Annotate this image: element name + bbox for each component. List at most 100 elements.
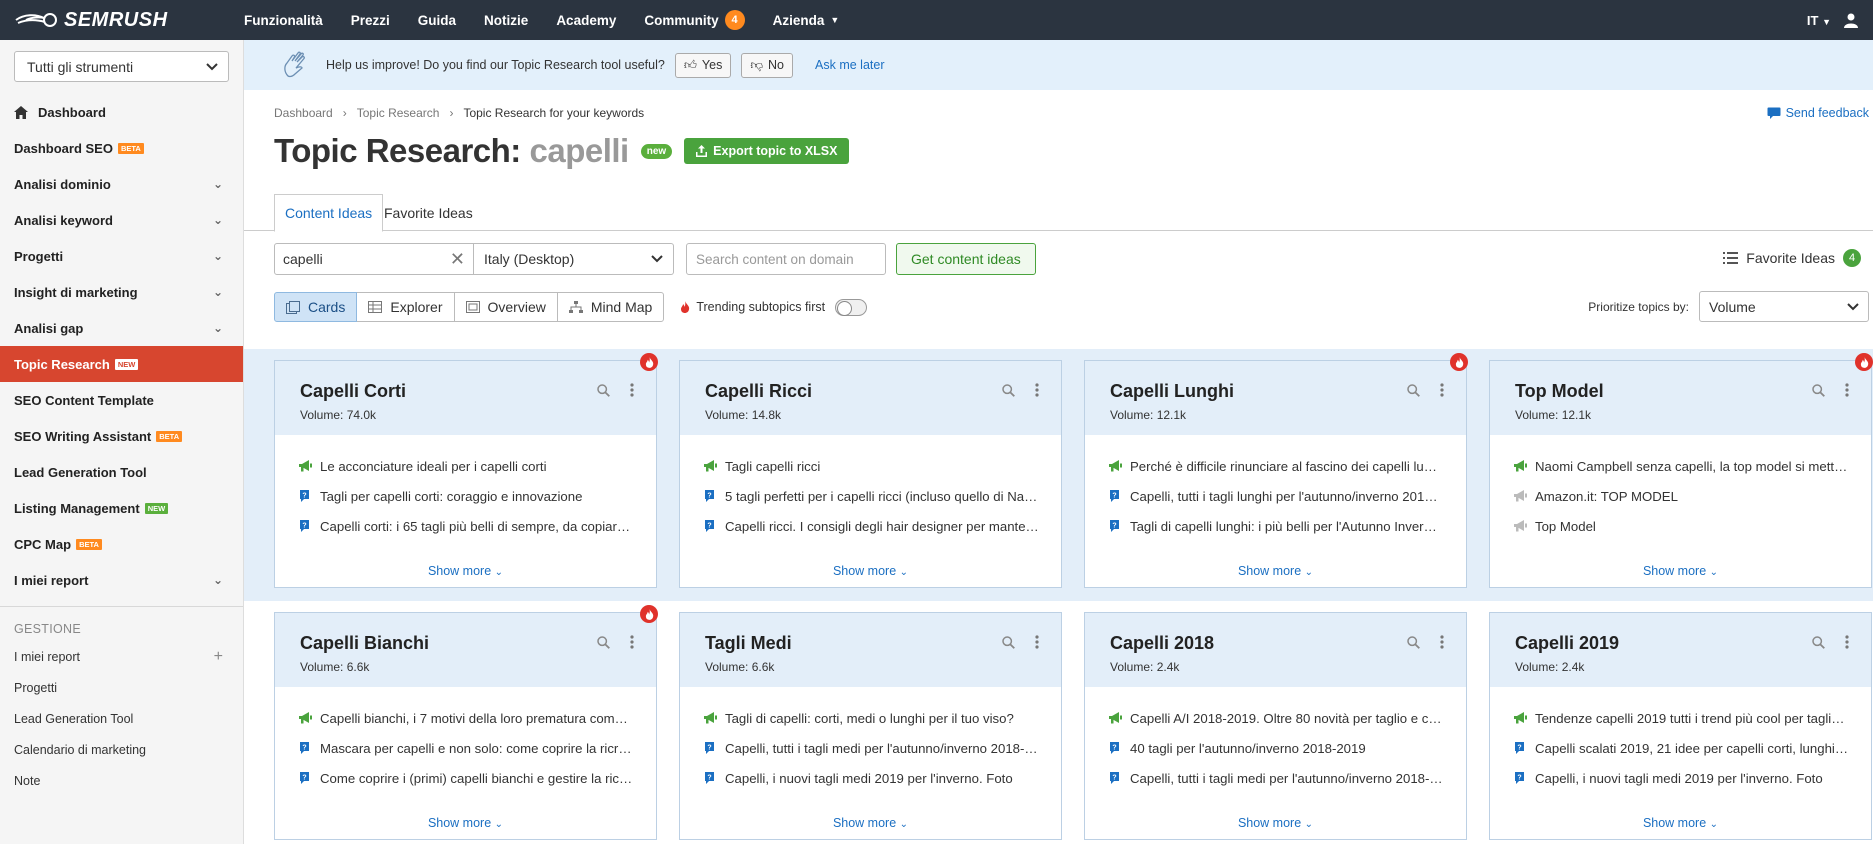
- country-select[interactable]: Italy (Desktop): [474, 243, 674, 275]
- tool-select[interactable]: Tutti gli strumenti: [14, 51, 229, 82]
- nav-guida[interactable]: Guida: [418, 13, 456, 28]
- nav-academy[interactable]: Academy: [556, 13, 616, 28]
- content-idea[interactable]: ? Tagli di capelli lunghi: i più belli p…: [1109, 511, 1444, 541]
- sidebar-item-cpc-map[interactable]: CPC Map BETA: [0, 526, 243, 562]
- nav-notizie[interactable]: Notizie: [484, 13, 528, 28]
- topic-card[interactable]: Tagli Medi Volume: 6.6k Tagli di capelli…: [679, 612, 1062, 840]
- show-more-link[interactable]: Show more ⌄: [275, 564, 656, 578]
- semrush-logo[interactable]: SEMRUSH: [14, 9, 244, 32]
- prioritize-select[interactable]: Volume: [1699, 291, 1869, 322]
- more-options-icon[interactable]: [1035, 383, 1039, 397]
- content-idea[interactable]: ? Mascara per capelli e non solo: come c…: [299, 733, 634, 763]
- content-idea[interactable]: ? Capelli, i nuovi tagli medi 2019 per l…: [1514, 763, 1849, 793]
- topic-card[interactable]: Capelli Bianchi Volume: 6.6k Capelli bia…: [274, 605, 658, 840]
- topic-card[interactable]: Capelli 2018 Volume: 2.4k Capelli A/I 20…: [1084, 612, 1467, 840]
- sidebar-sub-lead-generation[interactable]: Lead Generation Tool: [0, 703, 243, 734]
- topic-card[interactable]: Capelli Corti Volume: 74.0k Le acconciat…: [274, 353, 658, 588]
- more-options-icon[interactable]: [1845, 383, 1849, 397]
- topic-card[interactable]: Capelli Ricci Volume: 14.8k Tagli capell…: [679, 360, 1062, 588]
- get-content-ideas-button[interactable]: Get content ideas: [896, 243, 1036, 275]
- no-button[interactable]: 👎︎ No: [741, 52, 794, 78]
- more-options-icon[interactable]: [1845, 635, 1849, 649]
- content-idea[interactable]: ? 40 tagli per l'autunno/inverno 2018-20…: [1109, 733, 1444, 763]
- show-more-link[interactable]: Show more ⌄: [1490, 816, 1871, 830]
- sidebar-item-topic-research[interactable]: Topic Research NEW: [0, 346, 243, 382]
- search-icon[interactable]: [1407, 383, 1420, 397]
- content-idea[interactable]: ? Capelli, tutti i tagli lunghi per l'au…: [1109, 481, 1444, 511]
- show-more-link[interactable]: Show more ⌄: [275, 816, 656, 830]
- content-idea[interactable]: Amazon.it: TOP MODEL: [1514, 481, 1849, 511]
- more-options-icon[interactable]: [1035, 635, 1039, 649]
- favorite-ideas-link[interactable]: Favorite Ideas 4: [1723, 249, 1861, 267]
- view-explorer-button[interactable]: Explorer: [356, 292, 455, 322]
- nav-prezzi[interactable]: Prezzi: [351, 13, 390, 28]
- content-idea[interactable]: ? Tagli per capelli corti: coraggio e in…: [299, 481, 634, 511]
- sidebar-item-listing-management[interactable]: Listing Management NEW: [0, 490, 243, 526]
- send-feedback-link[interactable]: Send feedback: [1767, 106, 1869, 120]
- more-options-icon[interactable]: [630, 383, 634, 397]
- search-icon[interactable]: [1812, 383, 1825, 397]
- content-idea[interactable]: ? Capelli corti: i 65 tagli più belli di…: [299, 511, 634, 541]
- keyword-input[interactable]: capelli ✕: [274, 243, 474, 275]
- more-options-icon[interactable]: [1440, 635, 1444, 649]
- user-icon[interactable]: [1843, 12, 1859, 28]
- sidebar-sub-miei-report[interactable]: I miei report +: [0, 641, 243, 672]
- breadcrumb-dashboard[interactable]: Dashboard: [274, 106, 333, 120]
- show-more-link[interactable]: Show more ⌄: [1085, 816, 1466, 830]
- search-icon[interactable]: [1002, 635, 1015, 649]
- sidebar-sub-progetti[interactable]: Progetti: [0, 672, 243, 703]
- domain-search-input[interactable]: Search content on domain: [686, 243, 886, 275]
- topic-card[interactable]: Top Model Volume: 12.1k Naomi Campbell s…: [1489, 353, 1873, 588]
- trending-toggle[interactable]: [835, 298, 868, 316]
- nav-funzionalita[interactable]: Funzionalità: [244, 13, 323, 28]
- show-more-link[interactable]: Show more ⌄: [680, 816, 1061, 830]
- content-idea[interactable]: ? Capelli scalati 2019, 21 idee per cape…: [1514, 733, 1849, 763]
- content-idea[interactable]: ? 5 tagli perfetti per i capelli ricci (…: [704, 481, 1039, 511]
- content-idea[interactable]: Tendenze capelli 2019 tutti i trend più …: [1514, 703, 1849, 733]
- sidebar-item-analisi-keyword[interactable]: Analisi keyword ⌄: [0, 202, 243, 238]
- search-icon[interactable]: [597, 635, 610, 649]
- nav-community[interactable]: Community 4: [644, 10, 745, 30]
- export-xlsx-button[interactable]: Export topic to XLSX: [684, 138, 850, 164]
- content-idea[interactable]: Perché è difficile rinunciare al fascino…: [1109, 451, 1444, 481]
- content-idea[interactable]: ? Come coprire i (primi) capelli bianchi…: [299, 763, 634, 793]
- search-icon[interactable]: [597, 383, 610, 397]
- sidebar-item-insight[interactable]: Insight di marketing ⌄: [0, 274, 243, 310]
- sidebar-item-analisi-gap[interactable]: Analisi gap ⌄: [0, 310, 243, 346]
- sidebar-item-analisi-dominio[interactable]: Analisi dominio ⌄: [0, 166, 243, 202]
- sidebar-item-seo-writing-assistant[interactable]: SEO Writing Assistant BETA: [0, 418, 243, 454]
- content-idea[interactable]: ? Capelli ricci. I consigli degli hair d…: [704, 511, 1039, 541]
- search-icon[interactable]: [1407, 635, 1420, 649]
- ask-later-link[interactable]: Ask me later: [815, 58, 884, 72]
- nav-azienda[interactable]: Azienda ▼: [773, 13, 840, 28]
- show-more-link[interactable]: Show more ⌄: [1490, 564, 1871, 578]
- yes-button[interactable]: 👍︎ Yes: [674, 52, 732, 78]
- search-icon[interactable]: [1812, 635, 1825, 649]
- show-more-link[interactable]: Show more ⌄: [1085, 564, 1466, 578]
- content-idea[interactable]: ? Capelli, tutti i tagli medi per l'autu…: [704, 733, 1039, 763]
- search-icon[interactable]: [1002, 383, 1015, 397]
- clear-icon[interactable]: ✕: [450, 249, 465, 270]
- show-more-link[interactable]: Show more ⌄: [680, 564, 1061, 578]
- content-idea[interactable]: Capelli A/I 2018-2019. Oltre 80 novità p…: [1109, 703, 1444, 733]
- content-idea[interactable]: Top Model: [1514, 511, 1849, 541]
- view-mindmap-button[interactable]: Mind Map: [556, 292, 665, 322]
- more-options-icon[interactable]: [630, 635, 634, 649]
- content-idea[interactable]: Tagli di capelli: corti, medi o lunghi p…: [704, 703, 1039, 733]
- sidebar-sub-calendario[interactable]: Calendario di marketing: [0, 734, 243, 765]
- sidebar-sub-note[interactable]: Note: [0, 765, 243, 796]
- sidebar-item-seo-content-template[interactable]: SEO Content Template: [0, 382, 243, 418]
- content-idea[interactable]: ? Capelli, tutti i tagli medi per l'autu…: [1109, 763, 1444, 793]
- more-options-icon[interactable]: [1440, 383, 1444, 397]
- breadcrumb-topic-research[interactable]: Topic Research: [357, 106, 440, 120]
- sidebar-item-dashboard-seo[interactable]: Dashboard SEO BETA: [0, 130, 243, 166]
- tab-content-ideas[interactable]: Content Ideas: [274, 194, 384, 232]
- sidebar-item-progetti[interactable]: Progetti ⌄: [0, 238, 243, 274]
- content-idea[interactable]: ? Capelli, i nuovi tagli medi 2019 per l…: [704, 763, 1039, 793]
- sidebar-item-miei-report[interactable]: I miei report ⌄: [0, 562, 243, 598]
- view-overview-button[interactable]: Overview: [453, 292, 558, 322]
- content-idea[interactable]: Tagli capelli ricci: [704, 451, 1039, 481]
- language-selector[interactable]: IT ▼: [1807, 13, 1831, 28]
- plus-icon[interactable]: +: [214, 648, 223, 666]
- topic-card[interactable]: Capelli Lunghi Volume: 12.1k Perché è di…: [1084, 353, 1468, 588]
